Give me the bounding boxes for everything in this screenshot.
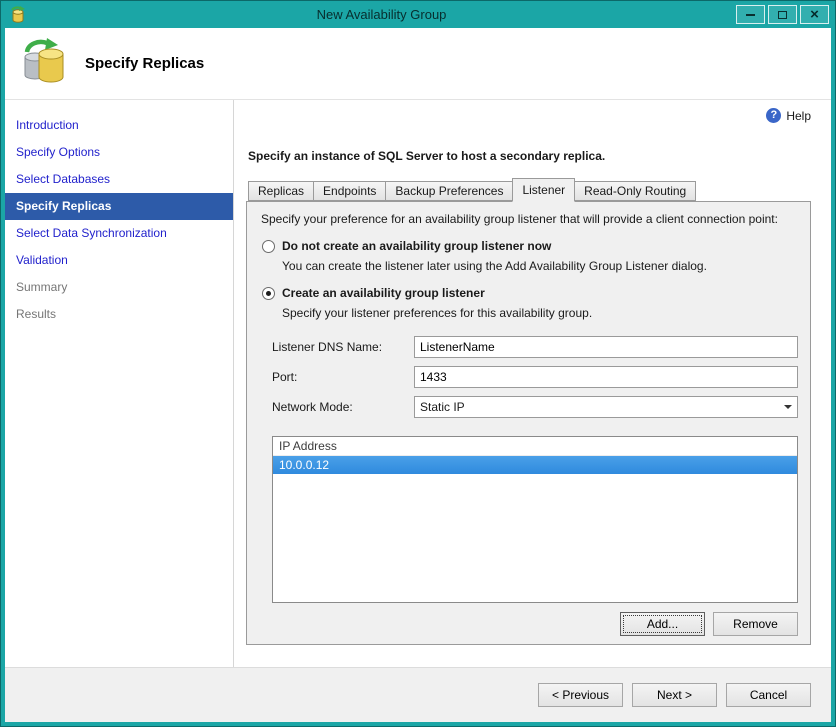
maximize-button[interactable] bbox=[768, 5, 797, 24]
network-mode-value: Static IP bbox=[420, 400, 465, 414]
previous-button[interactable]: < Previous bbox=[538, 683, 623, 707]
ip-list-buttons: Add... Remove bbox=[259, 612, 798, 636]
sidebar-item-results: Results bbox=[16, 307, 57, 321]
port-input[interactable] bbox=[414, 366, 798, 388]
next-button[interactable]: Next > bbox=[632, 683, 717, 707]
listener-intro-text: Specify your preference for an availabil… bbox=[261, 212, 778, 226]
main-panel: ? Help Specify an instance of SQL Server… bbox=[234, 100, 831, 667]
listener-form: Listener DNS Name: Port: Network Mode: S… bbox=[272, 336, 798, 426]
radio-unchecked-icon bbox=[262, 239, 275, 253]
network-mode-row: Network Mode: Static IP bbox=[272, 396, 798, 418]
page-title: Specify Replicas bbox=[85, 55, 205, 72]
port-label: Port: bbox=[272, 370, 298, 384]
minimize-icon bbox=[746, 13, 755, 16]
radio-create-listener-label: Create an availability group listener bbox=[282, 286, 485, 300]
network-mode-select[interactable]: Static IP bbox=[414, 396, 798, 418]
ip-address-list[interactable]: IP Address 10.0.0.12 bbox=[272, 436, 798, 603]
instruction-text: Specify an instance of SQL Server to hos… bbox=[248, 149, 606, 163]
sidebar: Introduction Specify Options Select Data… bbox=[5, 100, 234, 667]
tab-replicas[interactable]: Replicas bbox=[248, 181, 315, 201]
wizard-header: Specify Replicas bbox=[5, 28, 831, 100]
client-area: Specify Replicas Introduction Specify Op… bbox=[5, 28, 831, 722]
radio-no-listener[interactable]: Do not create an availability group list… bbox=[262, 239, 798, 253]
radio-no-listener-label: Do not create an availability group list… bbox=[282, 239, 552, 253]
sidebar-item-specify-options[interactable]: Specify Options bbox=[5, 139, 233, 166]
sidebar-item-summary: Summary bbox=[16, 280, 68, 294]
sidebar-item-select-databases[interactable]: Select Databases bbox=[5, 166, 233, 193]
caption-buttons: × bbox=[736, 5, 829, 24]
wizard-body: Introduction Specify Options Select Data… bbox=[5, 100, 831, 667]
port-row: Port: bbox=[272, 366, 798, 388]
sidebar-item-validation[interactable]: Validation bbox=[5, 247, 233, 274]
help-label: Help bbox=[786, 108, 811, 123]
maximize-icon bbox=[778, 10, 787, 19]
window: New Availability Group × Specify Replica… bbox=[0, 0, 836, 727]
tab-endpoints[interactable]: Endpoints bbox=[313, 181, 387, 201]
remove-button[interactable]: Remove bbox=[713, 612, 798, 636]
help-link[interactable]: ? Help bbox=[766, 108, 811, 123]
radio-checked-icon bbox=[262, 286, 275, 300]
option-no-listener: Do not create an availability group list… bbox=[259, 239, 798, 273]
sidebar-item-specify-replicas[interactable]: Specify Replicas bbox=[5, 193, 233, 220]
listener-tab-panel: Specify your preference for an availabil… bbox=[246, 201, 811, 645]
close-icon: × bbox=[810, 6, 819, 23]
cancel-button[interactable]: Cancel bbox=[726, 683, 811, 707]
radio-create-listener-description: Specify your listener preferences for th… bbox=[282, 306, 593, 320]
titlebar: New Availability Group × bbox=[1, 1, 835, 28]
add-button[interactable]: Add... bbox=[620, 612, 705, 636]
chevron-down-icon bbox=[779, 398, 796, 416]
radio-no-listener-description: You can create the listener later using … bbox=[282, 259, 707, 273]
dns-name-input[interactable] bbox=[414, 336, 798, 358]
close-button[interactable]: × bbox=[800, 5, 829, 24]
network-mode-label: Network Mode: bbox=[272, 400, 353, 414]
sidebar-item-introduction[interactable]: Introduction bbox=[5, 112, 233, 139]
footer: < Previous Next > Cancel bbox=[5, 667, 831, 722]
tab-read-only-routing[interactable]: Read-Only Routing bbox=[574, 181, 697, 201]
option-create-listener: Create an availability group listener Sp… bbox=[259, 286, 798, 320]
ip-address-column-header: IP Address bbox=[273, 437, 797, 456]
ip-address-row[interactable]: 10.0.0.12 bbox=[273, 456, 797, 474]
dns-name-label: Listener DNS Name: bbox=[272, 340, 383, 354]
help-icon: ? bbox=[766, 108, 782, 123]
app-icon bbox=[9, 5, 27, 24]
tab-listener[interactable]: Listener bbox=[512, 178, 576, 202]
dns-name-row: Listener DNS Name: bbox=[272, 336, 798, 358]
tab-strip: Replicas Endpoints Backup Preferences Li… bbox=[246, 177, 811, 202]
minimize-button[interactable] bbox=[736, 5, 765, 24]
radio-create-listener[interactable]: Create an availability group listener bbox=[262, 286, 798, 300]
window-title: New Availability Group bbox=[316, 7, 447, 22]
availability-group-icon bbox=[19, 37, 67, 90]
sidebar-item-select-data-synchronization[interactable]: Select Data Synchronization bbox=[5, 220, 233, 247]
tab-backup-preferences[interactable]: Backup Preferences bbox=[385, 181, 514, 201]
